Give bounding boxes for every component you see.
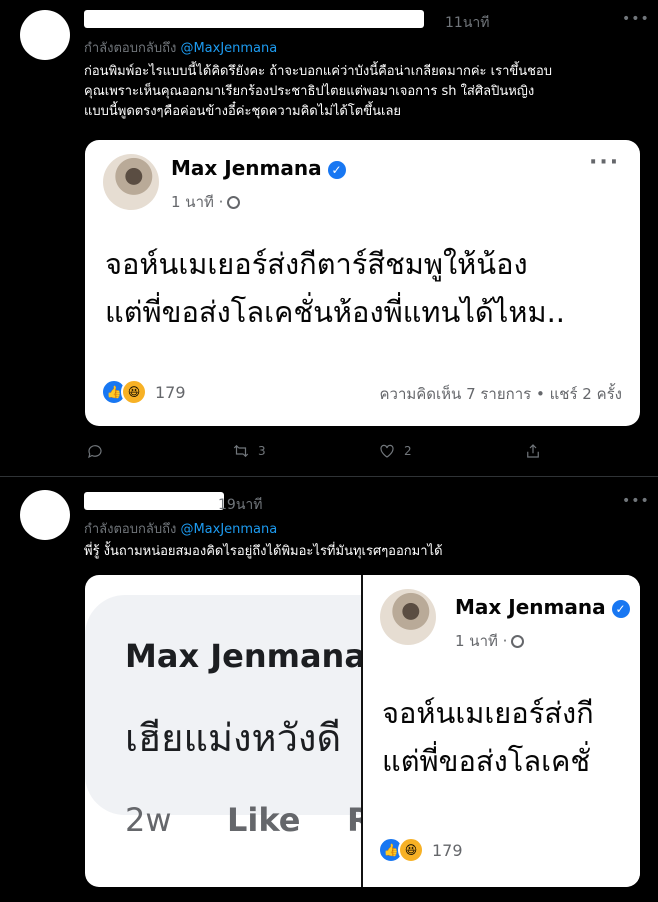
fb-avatar (103, 154, 159, 210)
fb-author-name: Max Jenmana ✓ (455, 595, 630, 619)
fb-author-name-text: Max Jenmana (455, 595, 606, 619)
fb-post-time-text: 1 นาที · (455, 632, 508, 650)
left-panel-name: Max Jenmana (125, 637, 366, 675)
retweet-count: 3 (258, 444, 266, 458)
tweet-text-line: ก่อนพิมพ์อะไรแบบนี้ได้คิดรึยังคะ ถ้าจะบอ… (84, 64, 553, 79)
verified-icon: ✓ (611, 599, 630, 618)
attached-image-collage[interactable]: Max Jenmana เฮียแม่งหวังดี 2w Like R Max… (85, 575, 640, 887)
retweet-icon (233, 444, 249, 458)
fb-post-time: 1 นาที · (455, 629, 525, 653)
reaction-count: 179 (432, 840, 463, 860)
tweet-text: ก่อนพิมพ์อะไรแบบนี้ได้คิดรึยังคะ ถ้าจะบอ… (84, 62, 650, 122)
tweet-time[interactable]: 19นาที (218, 494, 262, 516)
tweet-text-line: แบบนี้พูดตรงๆคือค่อนข้างอี๋ค่ะชุดความคิด… (84, 104, 402, 119)
reply-button[interactable] (86, 442, 232, 460)
avatar[interactable] (20, 10, 70, 60)
fb-post-line: แต่พี่ขอส่งโลเคชั่ (382, 744, 591, 778)
reply-icon (88, 445, 102, 459)
more-options-icon[interactable]: ••• (622, 11, 650, 27)
collage-divider (361, 575, 363, 887)
tweet-text-line: คุณเพราะเห็นคุณออกมาเรียกร้องประชาธิปไตย… (84, 84, 535, 99)
right-panel: Max Jenmana ✓ 1 นาที · จอห์นเมเยอร์ส่งกี … (362, 575, 640, 887)
display-name-redacted[interactable] (84, 492, 224, 510)
replying-handle-link[interactable]: @MaxJenmana (180, 41, 277, 56)
tweet-text: พี่รู้ งั้นถามหน่อยสมองคิดไรอยู่ถึงได้พิ… (84, 544, 443, 559)
fb-post-time-text: 1 นาที · (171, 193, 224, 211)
fb-author-name-text: Max Jenmana (171, 156, 322, 180)
retweet-button[interactable]: 3 (232, 442, 378, 460)
haha-reaction-icon: 😆 (121, 379, 147, 405)
avatar[interactable] (20, 490, 70, 540)
globe-icon (511, 635, 525, 648)
globe-icon (227, 196, 241, 209)
more-options-icon[interactable]: ••• (622, 493, 650, 509)
replying-prefix: กำลังตอบกลับถึง (84, 522, 177, 537)
fb-post-text: จอห์นเมเยอร์ส่งกี แต่พี่ขอส่งโลเคชั่ (382, 689, 594, 785)
replying-handle-link[interactable]: @MaxJenmana (180, 522, 277, 537)
replying-prefix: กำลังตอบกลับถึง (84, 41, 177, 56)
like-count: 2 (404, 444, 412, 458)
fb-post-line: แต่พี่ขอส่งโลเคชั่นห้องพี่แทนได้ไหม.. (105, 295, 566, 329)
left-panel-post: เฮียแม่งหวังดี (125, 716, 342, 760)
left-panel-meta-like: Like (227, 801, 301, 839)
fb-post-line: จอห์นเมเยอร์ส่งกี (382, 696, 594, 730)
display-name-redacted[interactable] (84, 10, 424, 28)
replying-to: กำลังตอบกลับถึง @MaxJenmana (84, 518, 277, 539)
heart-icon (380, 444, 394, 458)
fb-avatar (380, 589, 436, 645)
share-button[interactable] (524, 442, 542, 460)
fb-post-line: จอห์นเมเยอร์ส่งกีตาร์สีชมพูให้น้อง (105, 247, 528, 281)
fb-post-text: จอห์นเมเยอร์ส่งกีตาร์สีชมพูให้น้อง แต่พี… (105, 240, 565, 336)
fb-author-name: Max Jenmana ✓ (171, 156, 346, 180)
verified-icon: ✓ (327, 160, 346, 179)
like-button[interactable]: 2 (378, 442, 524, 460)
tweet-actions: 3 2 (86, 442, 542, 460)
fb-more-icon: ··· (589, 150, 621, 175)
tweet-time[interactable]: 11นาที (445, 12, 489, 34)
fb-reactions: 👍 😆 179 (378, 837, 463, 863)
left-panel-meta-time: 2w (125, 801, 172, 839)
reaction-count: 179 (155, 382, 186, 402)
replying-to: กำลังตอบกลับถึง @MaxJenmana (84, 37, 277, 58)
fb-comment-share-stats: ความคิดเห็น 7 รายการ • แชร์ 2 ครั้ง (379, 385, 622, 403)
attached-image-facebook-post[interactable]: Max Jenmana ✓ 1 นาที · ··· จอห์นเมเยอร์ส่… (85, 140, 640, 426)
fb-reactions: 👍 😆 179 (101, 379, 186, 405)
share-icon (527, 444, 539, 458)
haha-reaction-icon: 😆 (398, 837, 424, 863)
fb-post-time: 1 นาที · (171, 190, 241, 214)
tweet-divider (0, 476, 658, 477)
